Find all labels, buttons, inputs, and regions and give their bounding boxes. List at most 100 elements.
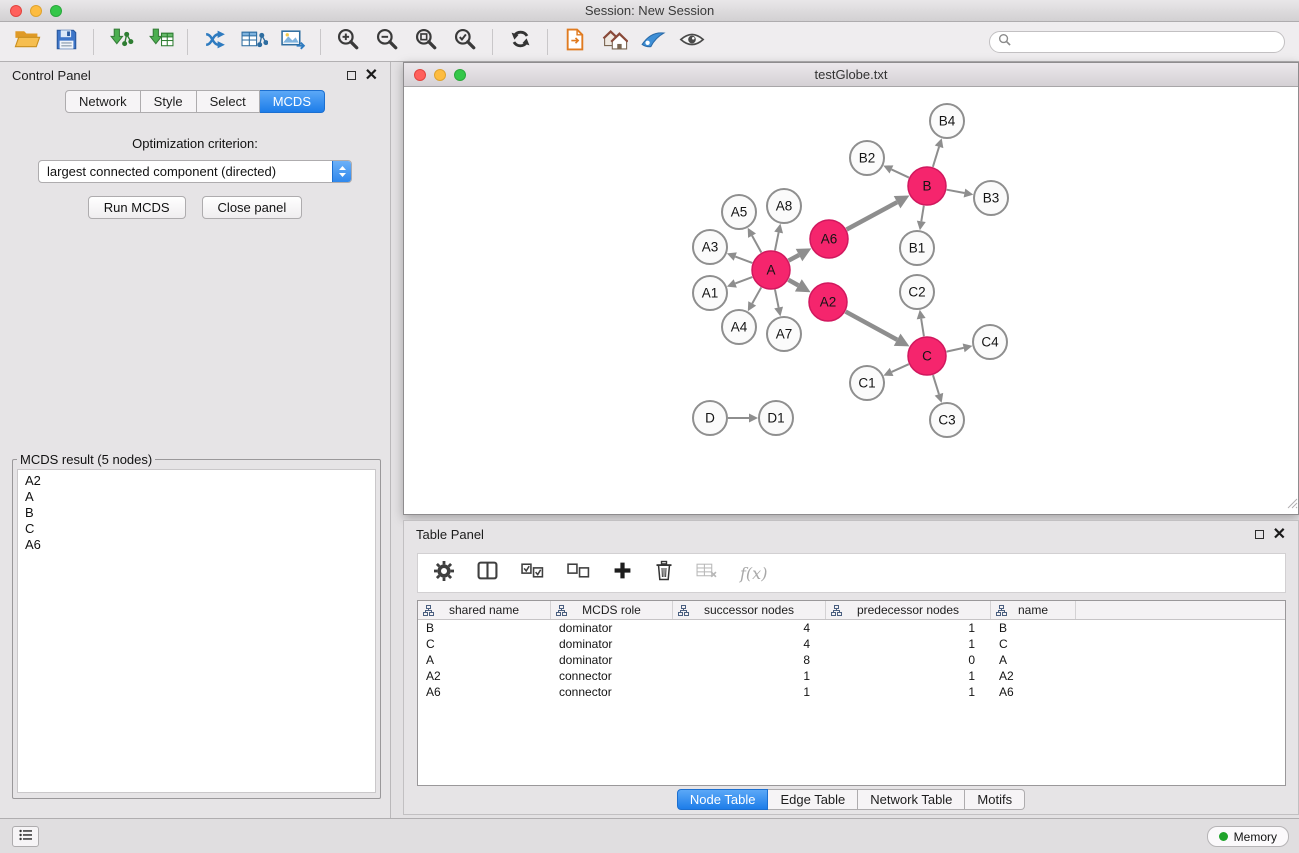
edge-B-B3[interactable] [947,190,965,193]
edge-B-B1[interactable] [921,206,924,222]
task-history-button[interactable] [12,826,39,847]
minimize-window-button[interactable] [30,5,42,17]
close-window-button[interactable] [10,5,22,17]
float-table-panel-icon[interactable] [1255,530,1264,539]
node-A2[interactable]: A2 [809,283,847,321]
node-A[interactable]: A [752,251,790,289]
control-panel-tab-network[interactable]: Network [65,90,141,113]
run-mcds-button[interactable]: Run MCDS [88,196,186,219]
control-panel-tab-style[interactable]: Style [141,90,197,113]
node-A1[interactable]: A1 [693,276,727,310]
control-panel-tab-select[interactable]: Select [197,90,260,113]
delete-table-button-disabled[interactable] [696,562,717,584]
style-visualizer-button[interactable] [636,26,670,58]
node-B3[interactable]: B3 [974,181,1008,215]
node-C[interactable]: C [908,337,946,375]
mcds-result-list[interactable]: A2ABCA6 [17,469,376,793]
node-C1[interactable]: C1 [850,366,884,400]
zoom-network-window-button[interactable] [454,69,466,81]
optimization-criterion-select[interactable]: largest connected component (directed) [38,160,352,183]
node-B1[interactable]: B1 [900,231,934,265]
edge-C-C1[interactable] [892,364,909,372]
import-table-button[interactable] [143,26,177,58]
toggle-graphics-details-button[interactable] [675,26,709,58]
edge-A2-C[interactable] [846,312,898,340]
float-panel-icon[interactable] [347,71,356,80]
node-B2[interactable]: B2 [850,141,884,175]
memory-button[interactable]: Memory [1207,826,1289,847]
table-tab-edge-table[interactable]: Edge Table [768,789,858,810]
deselect-all-button[interactable] [567,563,590,583]
table-row[interactable]: Bdominator41B [418,620,1285,636]
close-panel-icon[interactable]: ✕ [365,70,378,82]
close-table-panel-icon[interactable]: ✕ [1273,529,1286,541]
node-D1[interactable]: D1 [759,401,793,435]
edge-A-A1[interactable] [735,277,752,283]
node-A8[interactable]: A8 [767,189,801,223]
column-header-MCDS-role[interactable]: MCDS role [551,601,673,619]
edge-A-A6[interactable] [789,255,799,261]
node-B[interactable]: B [908,167,946,205]
node-A5[interactable]: A5 [722,195,756,229]
zoom-window-button[interactable] [50,5,62,17]
minimize-network-window-button[interactable] [434,69,446,81]
share-network-button[interactable] [198,26,232,58]
table-settings-button[interactable] [434,561,454,586]
edge-B-B2[interactable] [891,169,908,177]
add-column-button[interactable] [613,561,632,585]
table-row[interactable]: A2connector11A2 [418,668,1285,684]
table-row[interactable]: A6connector11A6 [418,684,1285,700]
zoom-selected-button[interactable] [448,26,482,58]
edge-C-C3[interactable] [933,375,939,394]
close-panel-button[interactable]: Close panel [202,196,303,219]
edge-B-B4[interactable] [933,147,939,167]
open-session-button[interactable] [10,26,44,58]
delete-column-button[interactable] [655,560,673,586]
import-network-button[interactable] [104,26,138,58]
export-document-button[interactable] [558,26,592,58]
zoom-out-button[interactable] [370,26,404,58]
edge-C-C4[interactable] [947,348,964,352]
control-panel-tab-mcds[interactable]: MCDS [260,90,325,113]
zoom-in-button[interactable] [331,26,365,58]
edge-C-C2[interactable] [921,319,924,337]
column-header-predecessor-nodes[interactable]: predecessor nodes [826,601,991,619]
search-field[interactable] [989,31,1285,53]
node-B4[interactable]: B4 [930,104,964,138]
edge-A-A2[interactable] [788,280,798,286]
home-button[interactable] [597,26,631,58]
edge-A-A8[interactable] [775,232,779,250]
function-builder-button[interactable]: f(x) [740,564,767,583]
node-C4[interactable]: C4 [973,325,1007,359]
table-tab-node-table[interactable]: Node Table [677,789,769,810]
network-from-table-button[interactable] [237,26,271,58]
edge-A6-B[interactable] [847,202,898,229]
column-header-shared-name[interactable]: shared name [418,601,551,619]
column-header-name[interactable]: name [991,601,1076,619]
node-C3[interactable]: C3 [930,403,964,437]
search-input[interactable] [1016,35,1276,49]
node-A7[interactable]: A7 [767,317,801,351]
node-A3[interactable]: A3 [693,230,727,264]
save-session-button[interactable] [49,26,83,58]
export-network-image-button[interactable] [276,26,310,58]
network-window-titlebar[interactable]: testGlobe.txt [404,63,1298,87]
edge-A-A4[interactable] [752,287,761,303]
table-tab-network-table[interactable]: Network Table [858,789,965,810]
table-tab-motifs[interactable]: Motifs [965,789,1025,810]
node-D[interactable]: D [693,401,727,435]
close-network-window-button[interactable] [414,69,426,81]
show-columns-button[interactable] [477,561,498,585]
network-canvas[interactable]: B4 B2 B B3 A5 A8 A6 A3 B1 A C2 A1 A2 A4 A7 C4 C C1 D D1 C3 [404,87,1298,514]
edge-A-A5[interactable] [752,236,761,253]
node-C2[interactable]: C2 [900,275,934,309]
edge-A-A7[interactable] [775,290,779,308]
zoom-fit-button[interactable] [409,26,443,58]
node-A6[interactable]: A6 [810,220,848,258]
select-all-button[interactable] [521,563,544,583]
resize-grip-icon[interactable] [1285,496,1298,514]
apply-layout-button[interactable] [503,26,537,58]
edge-A-A3[interactable] [735,257,752,263]
table-row[interactable]: Adominator80A [418,652,1285,668]
node-A4[interactable]: A4 [722,310,756,344]
